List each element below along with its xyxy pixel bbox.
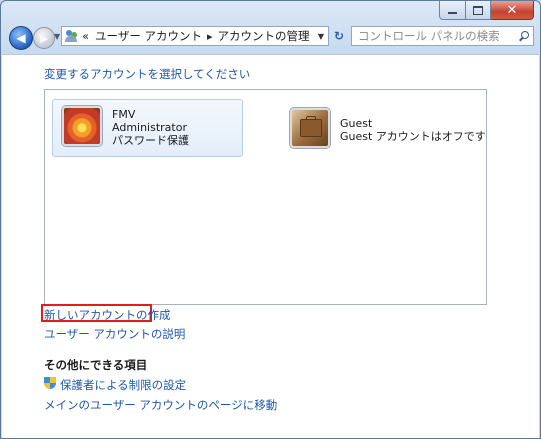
main-content: 変更するアカウントを選択してください FMV Administrator パスワ…: [2, 54, 539, 438]
breadcrumb-overflow[interactable]: «: [82, 29, 89, 43]
caption-buttons: ✕: [439, 1, 534, 20]
account-type: Administrator: [112, 121, 187, 134]
forward-arrow-icon: ▶: [39, 31, 49, 45]
user-accounts-icon: [65, 30, 78, 42]
control-panel-window: ✕ ◀ ▶ ▼ « ユーザー アカウント ▸ アカウントの管理 ▼ ↻ コントロ…: [0, 0, 541, 439]
windows-shield-icon: [44, 377, 56, 390]
page-heading: 変更するアカウントを選択してください: [44, 67, 251, 81]
maximize-icon: [473, 5, 483, 15]
flower-picture-icon: [62, 106, 102, 146]
forward-button[interactable]: ▶: [33, 27, 55, 49]
search-placeholder: コントロール パネルの検索: [358, 29, 500, 43]
back-button[interactable]: ◀: [9, 26, 33, 50]
refresh-icon: ↻: [333, 29, 345, 43]
search-input[interactable]: コントロール パネルの検索: [351, 26, 534, 46]
breadcrumb-separator-icon[interactable]: ▸: [207, 30, 213, 43]
maximize-button[interactable]: [466, 1, 491, 20]
account-status: パスワード保護: [112, 134, 189, 147]
breadcrumb-user-accounts[interactable]: ユーザー アカウント: [95, 28, 202, 44]
accounts-panel: FMV Administrator パスワード保護 Guest Guest アカ…: [44, 89, 487, 305]
breadcrumb-manage-accounts[interactable]: アカウントの管理: [218, 28, 310, 44]
address-dropdown-icon[interactable]: ▼: [318, 32, 328, 41]
create-account-link[interactable]: 新しいアカウントの作成: [44, 307, 171, 323]
parental-controls-link[interactable]: 保護者による制限の設定: [60, 377, 186, 393]
navigation-bar: ◀ ▶ ▼ « ユーザー アカウント ▸ アカウントの管理 ▼ ↻ コントロール…: [1, 24, 540, 52]
back-arrow-icon: ◀: [16, 31, 26, 45]
close-icon: ✕: [506, 2, 518, 18]
main-user-accounts-link[interactable]: メインのユーザー アカウントのページに移動: [44, 397, 277, 413]
search-icon[interactable]: [519, 31, 529, 42]
account-tile-guest[interactable]: Guest Guest アカウントはオフです: [281, 102, 486, 158]
account-details: Guest Guest アカウントはオフです: [340, 117, 486, 143]
account-name: Guest: [340, 117, 373, 130]
briefcase-picture-icon: [290, 108, 330, 148]
minimize-button[interactable]: [439, 1, 466, 20]
address-bar[interactable]: « ユーザー アカウント ▸ アカウントの管理 ▼: [61, 26, 329, 46]
minimize-icon: [448, 12, 457, 14]
about-user-accounts-link[interactable]: ユーザー アカウントの説明: [44, 326, 185, 342]
account-name: FMV: [112, 108, 136, 121]
other-tasks-heading: その他にできる項目: [44, 358, 148, 372]
refresh-button[interactable]: ↻: [330, 26, 348, 46]
close-button[interactable]: ✕: [491, 1, 534, 20]
recent-pages-dropdown-icon[interactable]: ▼: [54, 32, 60, 41]
account-details: FMV Administrator パスワード保護: [112, 108, 189, 147]
account-tile-fmv[interactable]: FMV Administrator パスワード保護: [52, 99, 243, 157]
account-status: Guest アカウントはオフです: [340, 130, 486, 143]
